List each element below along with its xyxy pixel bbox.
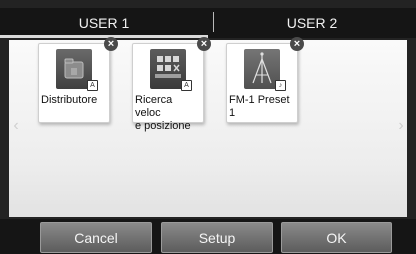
active-tab-indicator xyxy=(0,35,208,38)
scroll-left-icon[interactable]: ‹ xyxy=(10,116,22,136)
app-badge-icon: A xyxy=(181,80,192,91)
app-badge-icon: A xyxy=(87,80,98,91)
music-note-badge-icon: ♪ xyxy=(275,80,286,91)
shortcut-label: FM-1 Preset 1 xyxy=(229,94,290,119)
shortcut-tile-fm1-preset-1[interactable]: ♪ FM-1 Preset 1 xyxy=(226,43,298,123)
setup-button[interactable]: Setup xyxy=(161,222,273,253)
tab-user-2[interactable]: USER 2 xyxy=(208,8,416,38)
shortcut-label: Ricerca veloc e posizione xyxy=(135,94,191,132)
shortcut-tile-ricerca-posizione[interactable]: A Ricerca veloc e posizione xyxy=(132,43,204,132)
shortcut-editor-screen: USER 1 USER 2 ‹ › A Distributore × A Ric… xyxy=(0,0,416,254)
remove-shortcut-icon[interactable]: × xyxy=(290,37,304,51)
scroll-right-icon[interactable]: › xyxy=(395,116,407,136)
shortcut-label: Distributore xyxy=(41,94,98,106)
ok-button[interactable]: OK xyxy=(281,222,392,253)
tab-divider xyxy=(213,12,214,32)
user-tabs: USER 1 USER 2 xyxy=(0,8,416,38)
remove-shortcut-icon[interactable]: × xyxy=(197,37,211,51)
tab-user-1[interactable]: USER 1 xyxy=(0,8,208,38)
shortcut-tile-distributore[interactable]: A Distributore xyxy=(38,43,110,123)
remove-shortcut-icon[interactable]: × xyxy=(104,37,118,51)
cancel-button[interactable]: Cancel xyxy=(40,222,152,253)
